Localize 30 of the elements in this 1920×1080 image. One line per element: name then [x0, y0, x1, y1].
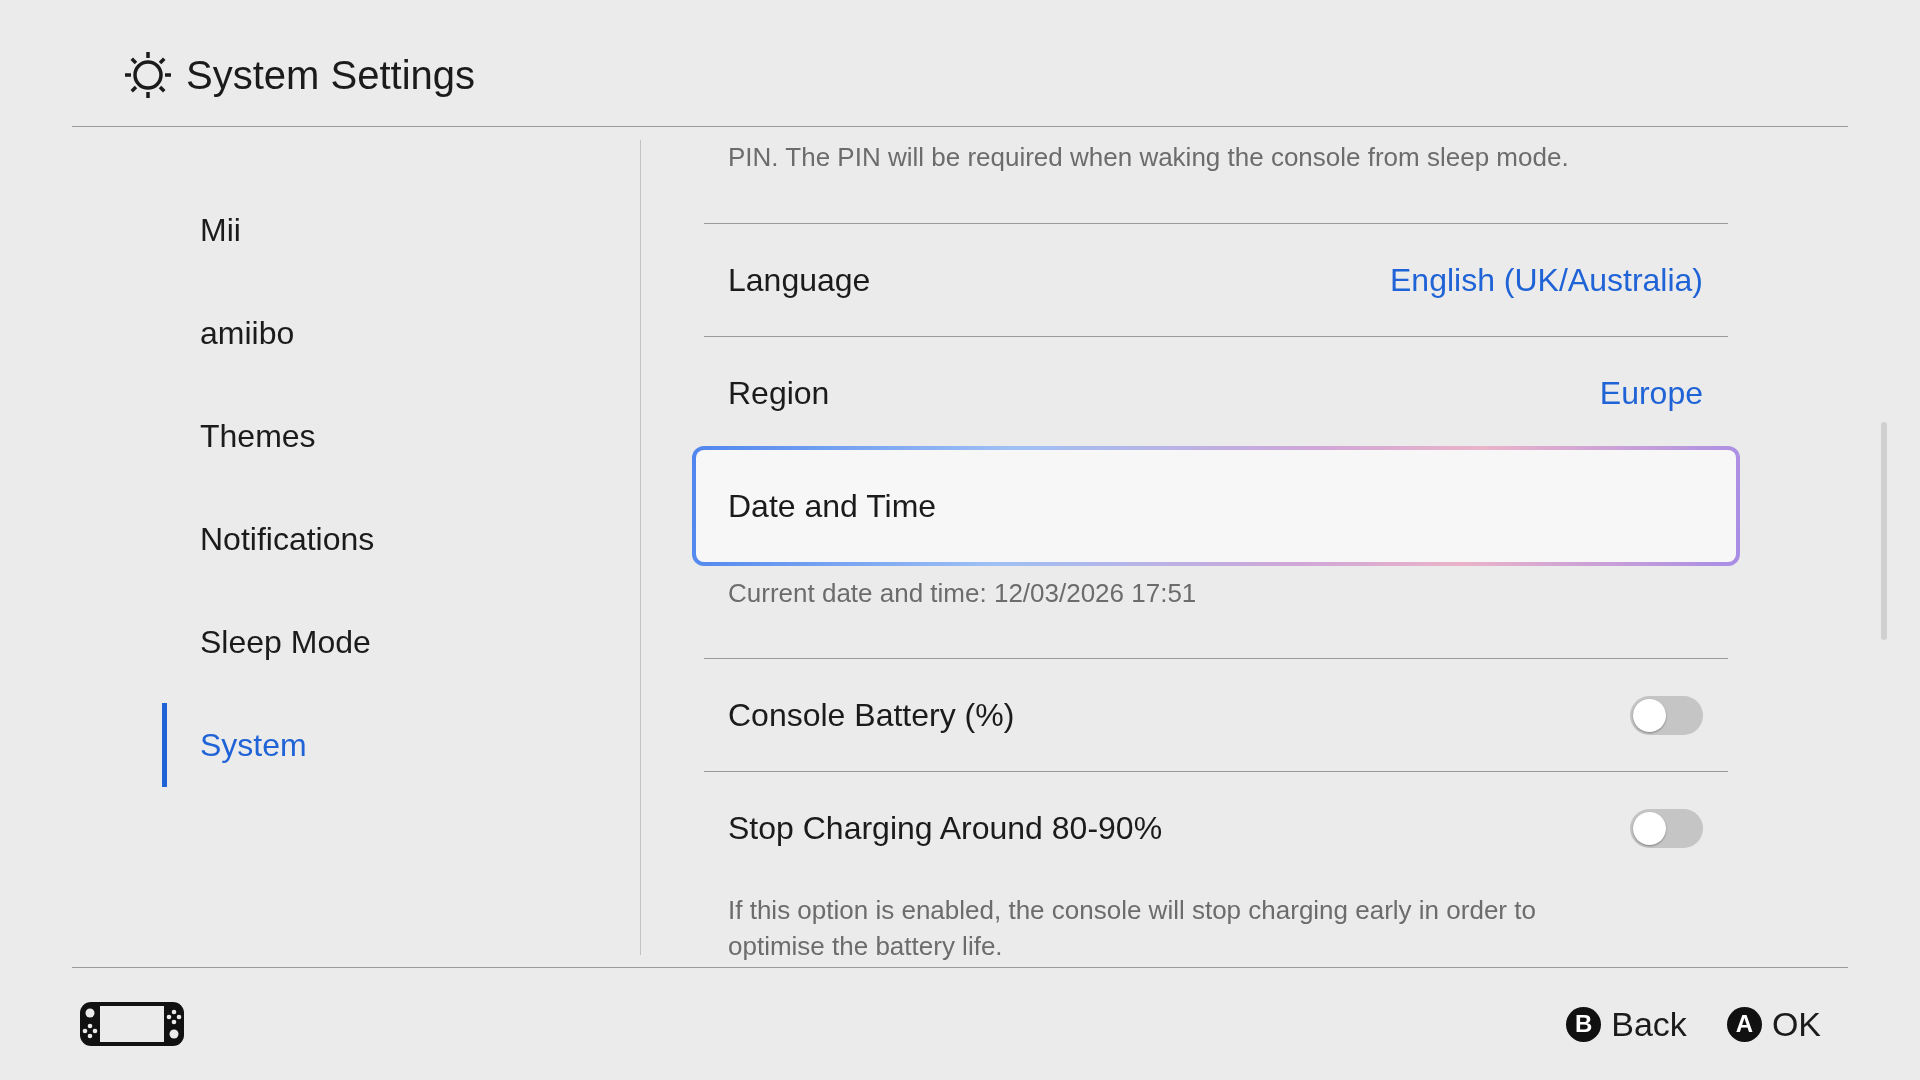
- setting-description: Current date and time: 12/03/2026 17:51: [727, 577, 1198, 610]
- setting-description: PIN. The PIN will be required when waking the console from sleep mode.: [727, 141, 1570, 174]
- setting-label: Stop Charging Around 80-90%: [728, 809, 1163, 848]
- controller-key-label: A: [1726, 1006, 1762, 1042]
- sidebar-item[interactable]: Themes: [162, 394, 582, 478]
- scrollbar-thumb[interactable]: [1881, 422, 1887, 640]
- settings-row[interactable]: Console Battery (%): [704, 658, 1728, 771]
- setting-label: Console Battery (%): [728, 696, 1015, 735]
- setting-value: Europe: [1599, 374, 1703, 413]
- setting-label: Language: [728, 261, 871, 300]
- sidebar-item[interactable]: Notifications: [162, 497, 582, 581]
- sidebar-item[interactable]: Mii: [162, 188, 582, 272]
- settings-row[interactable]: Stop Charging Around 80-90%: [704, 771, 1728, 884]
- settings-row[interactable]: Region Europe: [704, 336, 1728, 449]
- handheld-console-icon: [80, 1002, 184, 1046]
- page-title: System Settings: [186, 52, 475, 99]
- setting-value: English (UK/Australia): [1390, 261, 1703, 300]
- settings-row[interactable]: Language English (UK/Australia): [704, 223, 1728, 336]
- settings-icon: [124, 51, 172, 99]
- sidebar-item[interactable]: System: [162, 703, 582, 787]
- toggle-switch[interactable]: [1630, 808, 1703, 848]
- setting-description: If this option is enabled, the console will stop charging early in order to optimise the battery life.: [727, 894, 1537, 963]
- setting-label: Region: [728, 374, 830, 413]
- controller-key-label: B: [1566, 1006, 1602, 1042]
- sidebar-item[interactable]: amiibo: [162, 291, 582, 375]
- sidebar-item[interactable]: Sleep Mode: [162, 600, 582, 684]
- footer-button[interactable]: B Back: [1566, 1004, 1687, 1044]
- setting-label: Date and Time: [728, 487, 937, 526]
- footer-button[interactable]: A OK: [1726, 1004, 1821, 1044]
- toggle-switch[interactable]: [1630, 695, 1703, 735]
